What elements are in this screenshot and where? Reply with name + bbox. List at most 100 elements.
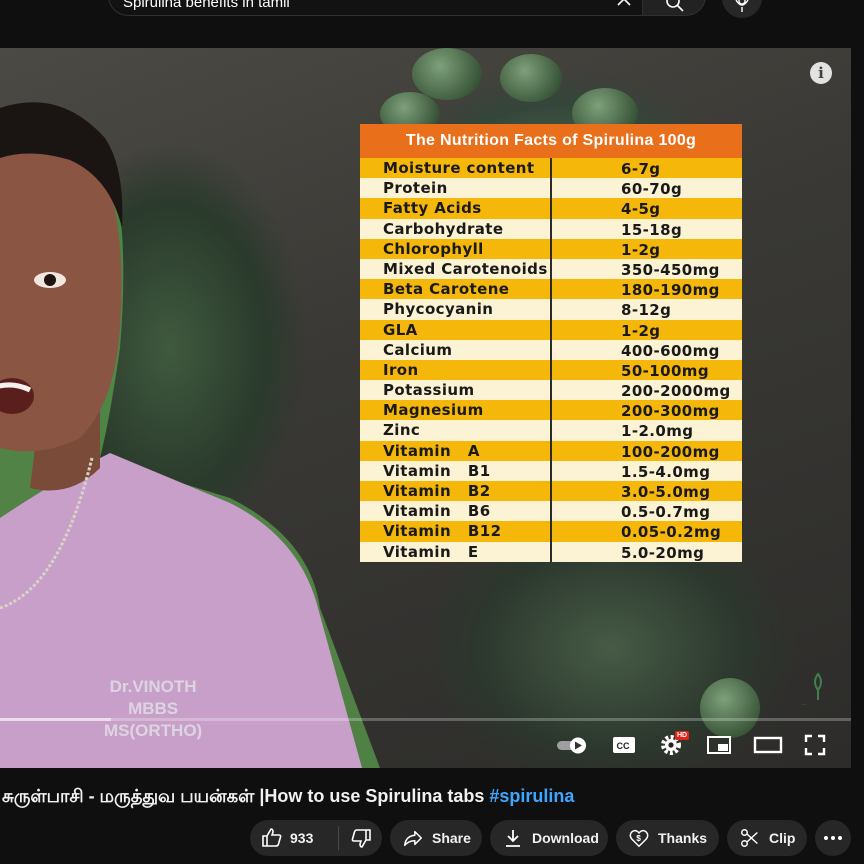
share-icon bbox=[404, 830, 422, 847]
clear-search-icon[interactable] bbox=[614, 0, 634, 9]
spirulina-tablet bbox=[500, 54, 562, 102]
nutrient-value: 50-100mg bbox=[621, 361, 709, 380]
search-query: Spirulina benefits in tamil bbox=[123, 0, 290, 11]
top-bar: Spirulina benefits in tamil bbox=[0, 0, 864, 48]
nutrient-name: Vitamin E bbox=[383, 542, 479, 561]
nutrient-value: 1-2g bbox=[621, 321, 661, 340]
nutrient-value: 6-7g bbox=[621, 160, 661, 178]
nutrient-value: 100-200mg bbox=[621, 442, 720, 461]
fullscreen-button[interactable] bbox=[801, 732, 829, 758]
nutrient-value: 4-5g bbox=[621, 200, 661, 219]
nutrient-value: 8-12g bbox=[621, 301, 672, 320]
hashtag-link[interactable]: #spirulina bbox=[489, 786, 574, 806]
watermark-line: MBBS bbox=[128, 699, 179, 718]
spirulina-tablet bbox=[412, 48, 482, 100]
nutrient-value: 200-2000mg bbox=[621, 382, 731, 401]
nutrient-value: 200-300mg bbox=[621, 402, 720, 421]
nutrient-name: Protein bbox=[383, 179, 448, 198]
doctor-watermark: Dr.VINOTH MBBS MS(ORTHO) bbox=[104, 676, 202, 742]
nutrient-name: GLA bbox=[383, 320, 418, 339]
theater-mode-icon bbox=[753, 736, 783, 754]
like-count: 933 bbox=[290, 830, 314, 846]
progress-played bbox=[0, 718, 111, 721]
nutrient-name: Vitamin B12 bbox=[383, 522, 502, 541]
nutrient-value: 15-18g bbox=[621, 220, 683, 239]
thanks-label: Thanks bbox=[658, 830, 708, 846]
download-button[interactable]: Download bbox=[490, 820, 608, 856]
progress-bar[interactable] bbox=[0, 718, 851, 721]
nutrient-name: Zinc bbox=[383, 421, 421, 440]
watermark-line: Dr.VINOTH bbox=[109, 677, 197, 696]
theater-mode-button[interactable] bbox=[752, 732, 784, 758]
hd-badge: HD bbox=[675, 731, 690, 740]
voice-search-button[interactable] bbox=[722, 0, 762, 18]
nutrient-name: Iron bbox=[383, 360, 419, 379]
watermark-line: MS(ORTHO) bbox=[104, 721, 203, 740]
video-player[interactable]: Dr.VINOTH MBBS MS(ORTHO) i The Nutrition… bbox=[0, 48, 851, 768]
scissors-icon bbox=[741, 829, 758, 847]
closed-captions-icon: CC bbox=[613, 737, 635, 753]
svg-text:···: ··· bbox=[802, 702, 807, 708]
presenter-figure bbox=[0, 102, 380, 768]
nutrient-name: Mixed Carotenoids bbox=[383, 259, 548, 278]
nutrient-name: Vitamin B1 bbox=[383, 461, 491, 480]
video-title: சுருள்பாசி - மருத்துவ பயன்கள் |How to us… bbox=[2, 786, 574, 809]
like-dislike-group: 933 bbox=[250, 820, 382, 856]
nutrient-name: Vitamin B6 bbox=[383, 502, 491, 521]
nutrient-name: Moisture content bbox=[383, 159, 535, 177]
more-horizontal-icon bbox=[824, 836, 842, 840]
autoplay-toggle[interactable] bbox=[555, 732, 591, 758]
table-body: Moisture content 6-7g Protein 60-70g Fatty A… bbox=[360, 158, 742, 562]
share-button[interactable]: Share bbox=[390, 820, 482, 856]
search-icon bbox=[666, 0, 684, 12]
nutrient-name: Fatty Acids bbox=[383, 199, 482, 218]
nutrient-name: Potassium bbox=[383, 381, 475, 400]
column-divider bbox=[550, 158, 552, 562]
nutrient-value: 60-70g bbox=[621, 180, 683, 199]
miniplayer-button[interactable] bbox=[705, 732, 733, 758]
svg-text:$: $ bbox=[636, 834, 641, 843]
nutrient-value: 400-600mg bbox=[621, 341, 720, 360]
like-button[interactable]: 933 bbox=[250, 820, 338, 856]
nutrient-name: Phycocyanin bbox=[383, 300, 494, 319]
thanks-button[interactable]: $ Thanks bbox=[616, 820, 719, 856]
microphone-icon bbox=[735, 0, 749, 12]
nutrient-value: 5.0-20mg bbox=[621, 543, 705, 562]
svg-text:CC: CC bbox=[617, 741, 630, 751]
fullscreen-icon bbox=[804, 734, 826, 756]
dislike-button[interactable] bbox=[339, 820, 373, 856]
table-title: The Nutrition Facts of Spirulina 100g bbox=[360, 124, 742, 158]
nutrient-value: 3.0-5.0mg bbox=[621, 483, 711, 501]
download-icon bbox=[506, 830, 520, 847]
nutrient-name: Vitamin A bbox=[383, 441, 480, 460]
clip-label: Clip bbox=[769, 830, 796, 846]
nutrient-name: Chlorophyll bbox=[383, 239, 484, 258]
nutrient-value: 1-2.0mg bbox=[621, 422, 694, 441]
nutrient-value: 0.05-0.2mg bbox=[621, 523, 722, 542]
nutrient-name: Vitamin B2 bbox=[383, 482, 491, 500]
nutrient-value: 0.5-0.7mg bbox=[621, 503, 711, 522]
channel-logo-icon: ··· bbox=[802, 672, 822, 708]
subtitles-button[interactable]: CC bbox=[610, 732, 638, 758]
nutrient-name: Magnesium bbox=[383, 401, 484, 420]
thumbs-up-icon bbox=[262, 828, 282, 847]
nutrient-name: Calcium bbox=[383, 340, 453, 359]
more-actions-button[interactable] bbox=[815, 820, 851, 856]
nutrition-facts-table: The Nutrition Facts of Spirulina 100g Mo… bbox=[360, 124, 742, 562]
autoplay-toggle-icon bbox=[557, 737, 586, 754]
search-button[interactable] bbox=[642, 0, 706, 16]
nutrient-value: 180-190mg bbox=[621, 281, 720, 300]
info-icon[interactable]: i bbox=[810, 62, 832, 84]
clip-button[interactable]: Clip bbox=[727, 820, 807, 856]
nutrient-value: 1-2g bbox=[621, 240, 661, 259]
miniplayer-icon bbox=[707, 736, 731, 754]
spirulina-tablet bbox=[700, 678, 760, 738]
search-input[interactable]: Spirulina benefits in tamil bbox=[108, 0, 642, 16]
thumbs-down-icon bbox=[351, 829, 371, 848]
nutrient-value: 350-450mg bbox=[621, 260, 720, 279]
video-title-text: சுருள்பாசி - மருத்துவ பயன்கள் |How to us… bbox=[2, 786, 490, 806]
share-label: Share bbox=[432, 830, 471, 846]
super-thanks-icon: $ bbox=[629, 829, 649, 848]
nutrient-name: Beta Carotene bbox=[383, 280, 510, 299]
nutrient-name: Carbohydrate bbox=[383, 219, 504, 238]
